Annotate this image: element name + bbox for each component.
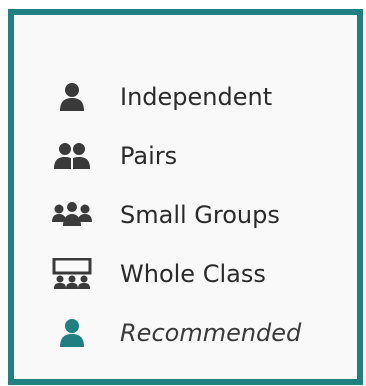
legend-item-label: Small Groups: [120, 201, 280, 229]
legend-item-label: Recommended: [120, 319, 302, 347]
group-icon: [48, 195, 96, 235]
legend-item-label: Pairs: [120, 142, 178, 170]
grouping-legend: Independent Pairs Small Groups Whole Cla…: [8, 9, 363, 385]
person-icon: [48, 313, 96, 353]
pair-icon: [48, 136, 96, 176]
legend-item-label: Independent: [120, 83, 273, 111]
legend-item-label: Whole Class: [120, 260, 266, 288]
classroom-icon: [48, 254, 96, 294]
person-icon: [48, 77, 96, 117]
